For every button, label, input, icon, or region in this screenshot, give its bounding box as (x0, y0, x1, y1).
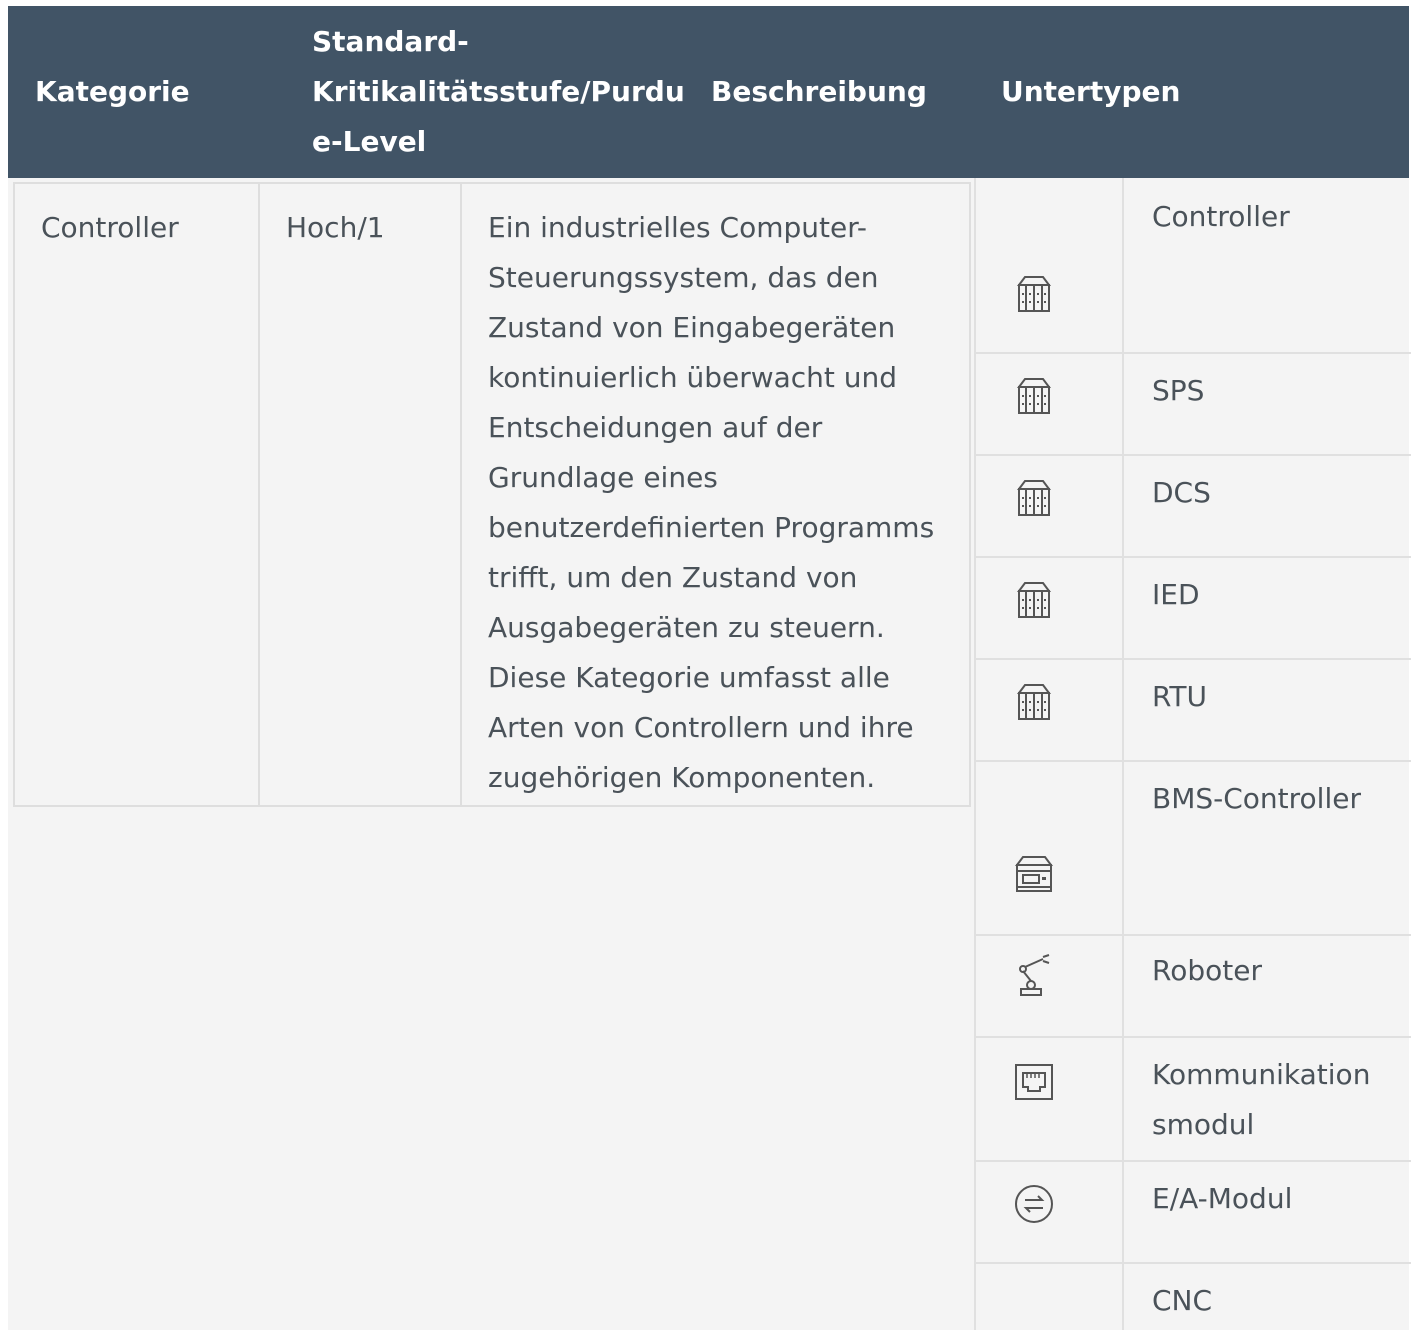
subtype-row-sps: SPS (976, 354, 1411, 456)
subtype-label: Kommunikation smodul (1152, 1038, 1381, 1150)
subtype-label: Controller (1152, 178, 1381, 242)
subtype-label: DCS (1152, 456, 1381, 518)
subtype-icon-cell (976, 456, 1124, 556)
subtype-icon-cell (976, 762, 1124, 934)
controller-rack-icon (1002, 466, 1066, 530)
subtype-label: CNC (1152, 1264, 1381, 1326)
table-row-controller: Controller Hoch/1 Ein industrielles Comp… (13, 182, 971, 807)
subtype-label-line: IED (1152, 578, 1200, 611)
column-header-untertypen: Untertypen (1001, 75, 1181, 108)
subtype-label-line: DCS (1152, 476, 1211, 509)
beschreibung-line: zugehörigen Komponenten. (488, 761, 876, 794)
subtype-label-line: Roboter (1152, 954, 1262, 987)
column-header-standard-line2: Kritikalitätsstufe/Purdu (312, 75, 685, 108)
beschreibung-line: Grundlage eines (488, 461, 718, 494)
subtype-icon-cell (976, 558, 1124, 658)
beschreibung-line: Steuerungssystem, das den (488, 261, 879, 294)
subtype-icon-cell (976, 354, 1124, 454)
cell-beschreibung: Ein industrielles Computer- Steuerungssy… (462, 184, 973, 805)
subtype-icon-cell (976, 1264, 1124, 1330)
controller-rack-icon (1002, 670, 1066, 734)
cell-kategorie: Controller (15, 184, 260, 805)
table-body: Controller Hoch/1 Ein industrielles Comp… (8, 178, 1411, 1330)
column-header-standard-line1: Standard- (312, 25, 469, 58)
subtype-label-line: BMS-Controller (1152, 782, 1361, 815)
subtype-row-bms-controller: BMS-Controller (976, 762, 1411, 936)
subtype-label-line: E/A-Modul (1152, 1182, 1293, 1215)
controller-rack-icon (1002, 364, 1066, 428)
subtype-icon-cell (976, 660, 1124, 760)
level-value: Hoch/1 (286, 211, 385, 244)
subtype-icon-cell (976, 1038, 1124, 1160)
subtype-label-line: Controller (1152, 200, 1290, 233)
subtype-label: BMS-Controller (1152, 762, 1381, 824)
subtype-row-kommunikationsmodul: Kommunikation smodul (976, 1038, 1411, 1162)
subtype-row-dcs: DCS (976, 456, 1411, 558)
subtype-icon-cell (976, 936, 1124, 1036)
subtype-row-controller: Controller (976, 178, 1411, 354)
controller-rack-icon (1002, 568, 1066, 632)
subtype-row-roboter: Roboter (976, 936, 1411, 1038)
subtype-row-ea-modul: E/A-Modul (976, 1162, 1411, 1264)
column-header-standard-line3: e-Level (312, 125, 427, 158)
beschreibung-line: kontinuierlich überwacht und (488, 361, 898, 394)
table-header: Kategorie Standard- Kritikalitätsstufe/P… (8, 6, 1409, 178)
subtype-label: IED (1152, 558, 1381, 620)
subtype-label-line: SPS (1152, 374, 1205, 407)
column-header-beschreibung: Beschreibung (711, 75, 927, 108)
robot-arm-icon (1002, 944, 1066, 1008)
subtype-icon-cell (976, 1162, 1124, 1262)
subtypes-table: Controller SPS DCS IED RTU BMS-Controlle… (974, 178, 1411, 1330)
page: Kategorie Standard- Kritikalitätsstufe/P… (0, 0, 1411, 1330)
beschreibung-line: Ausgabegeräten zu steuern. (488, 611, 885, 644)
subtype-label: Roboter (1152, 936, 1381, 996)
subtype-label-line: CNC (1152, 1284, 1213, 1317)
subtype-row-ied: IED (976, 558, 1411, 660)
beschreibung-line: Entscheidungen auf der (488, 411, 823, 444)
beschreibung-line: Arten von Controllern und ihre (488, 711, 914, 744)
beschreibung-line: Ein industrielles Computer- (488, 211, 868, 244)
subtype-row-cnc: CNC (976, 1264, 1411, 1330)
controller-rack-icon (1002, 262, 1066, 326)
cell-level: Hoch/1 (260, 184, 462, 805)
subtype-label-line: Kommunikation (1152, 1058, 1371, 1091)
beschreibung-line: trifft, um den Zustand von (488, 561, 858, 594)
beschreibung-line: benutzerdefinierten Programms (488, 511, 935, 544)
subtype-label: E/A-Modul (1152, 1162, 1381, 1224)
beschreibung-line: Diese Kategorie umfasst alle (488, 661, 890, 694)
subtype-icon-cell (976, 178, 1124, 352)
subtype-row-rtu: RTU (976, 660, 1411, 762)
subtype-label-line: smodul (1152, 1108, 1255, 1141)
column-header-kategorie: Kategorie (35, 75, 190, 108)
subtype-label: SPS (1152, 354, 1381, 416)
kategorie-value: Controller (41, 211, 179, 244)
beschreibung-line: Zustand von Eingabegeräten (488, 311, 896, 344)
column-header-standard-level: Standard- Kritikalitätsstufe/Purdu e-Lev… (312, 17, 685, 167)
subtype-label: RTU (1152, 660, 1381, 722)
subtype-label-line: RTU (1152, 680, 1208, 713)
network-port-icon (1002, 1050, 1066, 1114)
bms-controller-icon (1002, 842, 1066, 906)
io-exchange-icon (1002, 1172, 1066, 1236)
